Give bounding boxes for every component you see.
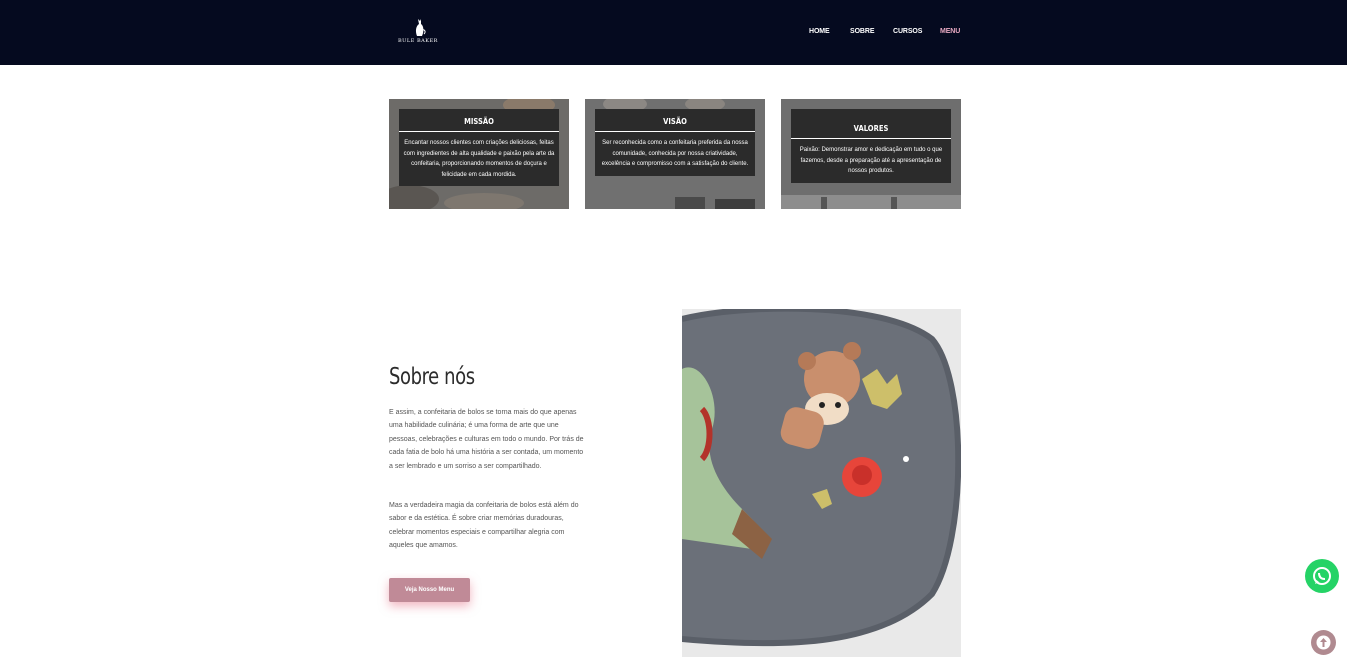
nav-cursos[interactable]: CURSOS xyxy=(893,28,922,35)
card-title: MISSÃO xyxy=(464,117,494,126)
card-text: Paixão: Demonstrar amor e dedicação em t… xyxy=(799,147,943,174)
card-missao: MISSÃO Encantar nossos clientes com cria… xyxy=(389,99,569,209)
site-header: BULE BAKER HOME SOBRE CURSOS MENU xyxy=(0,0,1347,65)
about-cake-image xyxy=(682,309,961,657)
card-overlay: VALORES Paixão: Demonstrar amor e dedica… xyxy=(791,109,951,183)
card-visao: VISÃO Ser reconhecida como a confeitaria… xyxy=(585,99,765,209)
about-paragraph-2: Mas a verdadeira magia da confeitaria de… xyxy=(389,502,579,550)
scroll-to-top-button[interactable] xyxy=(1311,630,1336,655)
card-text: Ser reconhecida como a confeitaria prefe… xyxy=(601,140,749,167)
whatsapp-icon xyxy=(1313,567,1331,585)
nav-menu[interactable]: MENU xyxy=(940,28,960,35)
card-valores: VALORES Paixão: Demonstrar amor e dedica… xyxy=(781,99,961,209)
view-menu-button[interactable]: Veja Nosso Menu xyxy=(389,578,470,602)
cake-photo-illustration xyxy=(682,309,961,657)
logo-icon xyxy=(415,19,426,36)
card-overlay: MISSÃO Encantar nossos clientes com cria… xyxy=(399,109,559,186)
site-logo[interactable]: BULE BAKER xyxy=(398,16,442,46)
nav-sobre[interactable]: SOBRE xyxy=(850,28,875,35)
arrow-up-icon xyxy=(1316,635,1331,650)
card-title: VALORES xyxy=(853,124,889,133)
logo-text: BULE BAKER xyxy=(398,38,438,44)
card-title: VISÃO xyxy=(663,117,687,126)
nav-home[interactable]: HOME xyxy=(809,28,830,35)
about-title: Sobre nós xyxy=(389,364,475,390)
whatsapp-button[interactable] xyxy=(1305,559,1339,593)
card-text: Encantar nossos clientes com criações de… xyxy=(403,140,555,178)
about-paragraph-1: E assim, a confeitaria de bolos se torna… xyxy=(389,409,584,470)
card-overlay: VISÃO Ser reconhecida como a confeitaria… xyxy=(595,109,755,176)
